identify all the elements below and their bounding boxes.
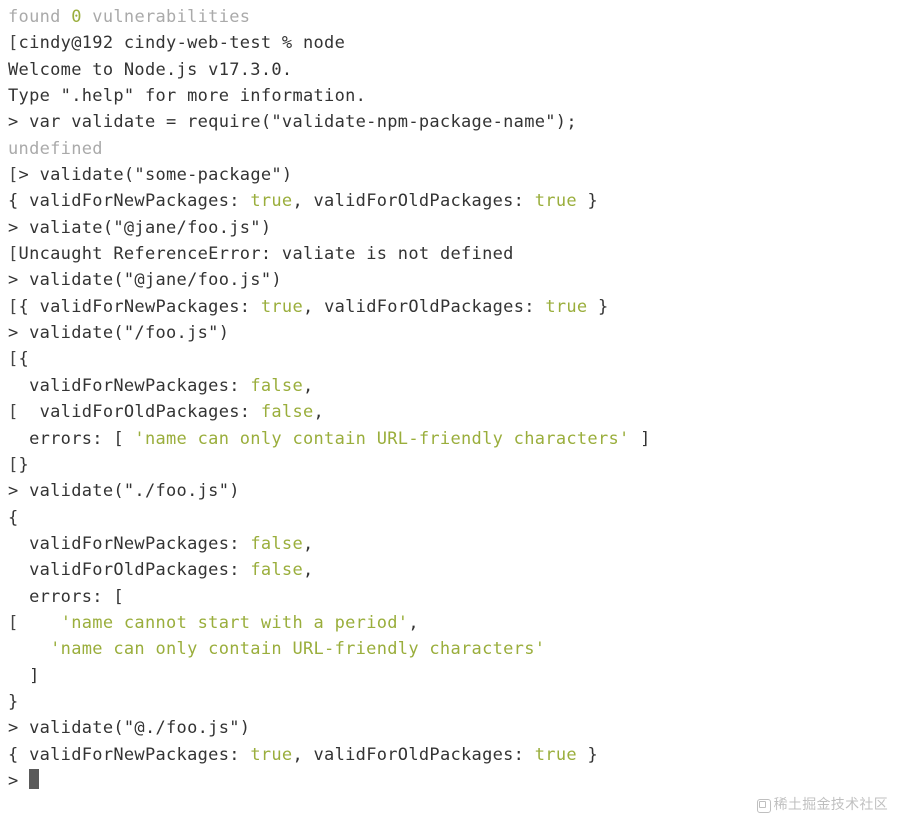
error-line: [Uncaught ReferenceError: valiate is not… <box>8 241 892 267</box>
prompt-line: [cindy@192 cindy-web-test % node <box>8 30 892 56</box>
output-line: { <box>8 505 892 531</box>
prompt-line[interactable]: > <box>8 768 892 794</box>
input-line: > valiate("@jane/foo.js") <box>8 215 892 241</box>
input-line: > validate("./foo.js") <box>8 478 892 504</box>
output-line: validForOldPackages: false, <box>8 557 892 583</box>
watermark-icon <box>757 799 771 813</box>
output-line: ] <box>8 663 892 689</box>
input-line: > var validate = require("validate-npm-p… <box>8 109 892 135</box>
cursor-icon <box>29 769 39 789</box>
output-line: Type ".help" for more information. <box>8 83 892 109</box>
output-line: errors: [ 'name can only contain URL-fri… <box>8 426 892 452</box>
input-line: > validate("@./foo.js") <box>8 715 892 741</box>
terminal-output[interactable]: found 0 vulnerabilities [cindy@192 cindy… <box>8 4 892 794</box>
output-line: 'name can only contain URL-friendly char… <box>8 636 892 662</box>
input-line: [> validate("some-package") <box>8 162 892 188</box>
output-line: { validForNewPackages: true, validForOld… <box>8 742 892 768</box>
output-line: [} <box>8 452 892 478</box>
output-line: { validForNewPackages: true, validForOld… <box>8 188 892 214</box>
output-line: } <box>8 689 892 715</box>
output-line: [{ <box>8 346 892 372</box>
watermark: 稀土掘金技术社区 <box>757 794 888 816</box>
input-line: > validate("@jane/foo.js") <box>8 267 892 293</box>
input-line: > validate("/foo.js") <box>8 320 892 346</box>
output-line: validForNewPackages: false, <box>8 531 892 557</box>
output-line: errors: [ <box>8 584 892 610</box>
output-line: [{ validForNewPackages: true, validForOl… <box>8 294 892 320</box>
output-line: undefined <box>8 136 892 162</box>
output-line: found 0 vulnerabilities <box>8 4 892 30</box>
output-line: Welcome to Node.js v17.3.0. <box>8 57 892 83</box>
output-line: [ 'name cannot start with a period', <box>8 610 892 636</box>
output-line: validForNewPackages: false, <box>8 373 892 399</box>
output-line: [ validForOldPackages: false, <box>8 399 892 425</box>
